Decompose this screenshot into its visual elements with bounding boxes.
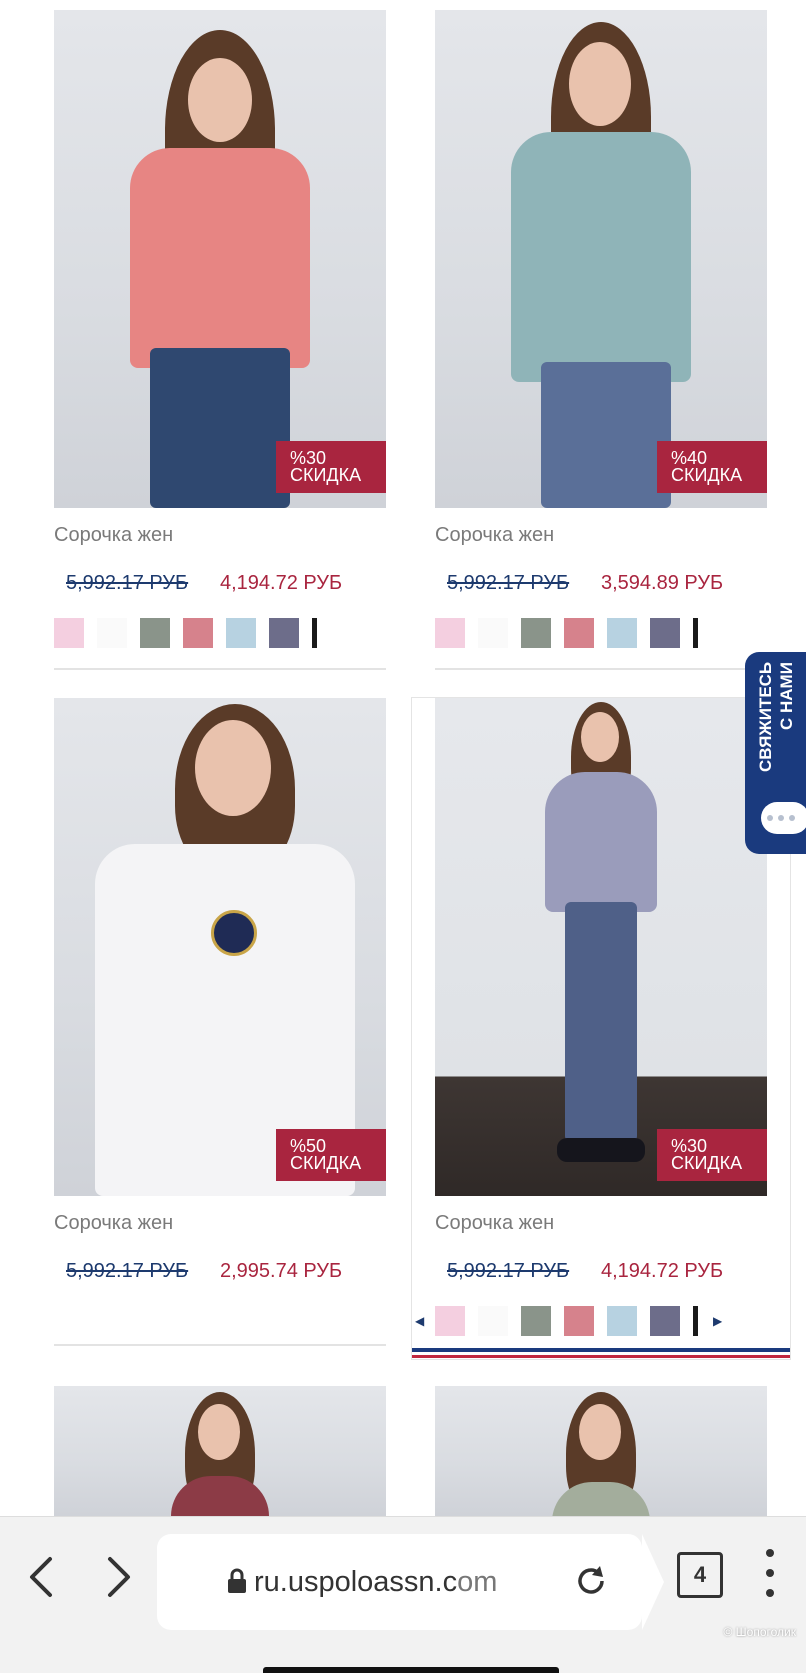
- model-figure: [85, 704, 355, 1196]
- sale-price: 4,194.72 РУБ: [601, 1260, 724, 1282]
- shirt: [130, 148, 310, 368]
- color-swatch-gray[interactable]: [521, 618, 551, 648]
- color-swatch-navy[interactable]: [650, 618, 680, 648]
- chat-bubble-icon: [761, 802, 806, 834]
- forward-button[interactable]: [96, 1555, 140, 1599]
- divider: [54, 668, 386, 670]
- product-title[interactable]: Сорочка жен: [54, 1212, 173, 1235]
- browser-toolbar: ru.uspoloassn.com 4 © Шопоголик: [0, 1516, 806, 1673]
- sale-price: 4,194.72 РУБ: [220, 572, 343, 594]
- shirt: [511, 132, 691, 382]
- color-swatch-red[interactable]: [564, 1306, 594, 1336]
- color-swatch-gray[interactable]: [140, 618, 170, 648]
- color-swatch-lightblue[interactable]: [607, 1306, 637, 1336]
- old-price: 5,992.17 РУБ: [447, 572, 570, 594]
- chevron-right-icon: [108, 1557, 130, 1597]
- sale-price: 2,995.74 РУБ: [220, 1260, 343, 1282]
- discount-badge: %30 СКИДКА: [657, 1129, 767, 1181]
- color-swatches: [435, 618, 767, 648]
- model-figure: [165, 1392, 275, 1516]
- product-image[interactable]: %30 СКИДКА: [54, 10, 386, 508]
- color-swatches: ◀ ▶: [415, 1306, 767, 1336]
- sneakers: [557, 1138, 645, 1162]
- chevron-left-icon: [30, 1557, 52, 1597]
- trousers: [565, 902, 637, 1142]
- old-price: 5,992.17 РУБ: [447, 1260, 570, 1282]
- product-image[interactable]: [54, 1386, 386, 1516]
- color-swatch-navy[interactable]: [650, 1306, 680, 1336]
- product-card[interactable]: [435, 1386, 767, 1516]
- old-price: 5,992.17 РУБ: [66, 572, 189, 594]
- model-figure: [110, 30, 330, 508]
- color-swatch-red[interactable]: [183, 618, 213, 648]
- discount-badge: %30 СКИДКА: [276, 441, 386, 493]
- model-figure: [546, 1392, 656, 1516]
- product-title[interactable]: Сорочка жен: [435, 1212, 554, 1235]
- product-card[interactable]: [54, 1386, 386, 1516]
- color-swatch-black[interactable]: [693, 618, 698, 648]
- sale-price: 3,594.89 РУБ: [601, 572, 724, 594]
- product-card[interactable]: %30 СКИДКА Сорочка жен 5,992.17 РУБ 4,19…: [54, 10, 386, 670]
- color-swatch-lightblue[interactable]: [607, 618, 637, 648]
- shirt: [545, 772, 657, 912]
- color-swatch-pink[interactable]: [54, 618, 84, 648]
- brand-stripe-red: [412, 1355, 790, 1358]
- watermark: © Шопоголик: [723, 1625, 797, 1639]
- color-swatch-white[interactable]: [478, 1306, 508, 1336]
- product-image[interactable]: %40 СКИДКА: [435, 10, 767, 508]
- product-image[interactable]: %50 СКИДКА: [54, 698, 386, 1196]
- swatch-next-arrow-icon[interactable]: ▶: [713, 1314, 722, 1328]
- product-title[interactable]: Сорочка жен: [435, 524, 554, 547]
- crest-emblem: [211, 910, 257, 956]
- color-swatch-white[interactable]: [97, 618, 127, 648]
- brand-stripe-navy: [412, 1348, 790, 1352]
- color-swatch-black[interactable]: [693, 1306, 698, 1336]
- home-indicator: [263, 1667, 559, 1673]
- model-figure: [481, 22, 721, 508]
- discount-badge: %40 СКИДКА: [657, 441, 767, 493]
- lock-icon: [228, 1568, 246, 1593]
- discount-badge: %50 СКИДКА: [276, 1129, 386, 1181]
- color-swatches: [54, 618, 386, 648]
- jeans: [150, 348, 290, 508]
- color-swatch-white[interactable]: [478, 618, 508, 648]
- divider: [54, 1344, 386, 1346]
- color-swatch-pink[interactable]: [435, 1306, 465, 1336]
- contact-us-label: СВЯЖИТЕСЬ С НАМИ: [756, 662, 796, 773]
- reload-icon[interactable]: [574, 1564, 608, 1598]
- color-swatch-red[interactable]: [564, 618, 594, 648]
- product-image[interactable]: %30 СКИДКА: [435, 698, 767, 1196]
- product-card[interactable]: %30 СКИДКА Сорочка жен 5,992.17 РУБ 4,19…: [412, 698, 790, 1358]
- product-card[interactable]: %50 СКИДКА Сорочка жен 5,992.17 РУБ 2,99…: [54, 698, 386, 1358]
- divider: [435, 668, 767, 670]
- color-swatch-navy[interactable]: [269, 618, 299, 648]
- url-text: ru.uspoloassn.com: [254, 1566, 498, 1598]
- contact-us-tab[interactable]: СВЯЖИТЕСЬ С НАМИ: [745, 652, 806, 854]
- more-menu-icon[interactable]: [766, 1549, 774, 1599]
- trousers: [541, 362, 671, 508]
- color-swatch-gray[interactable]: [521, 1306, 551, 1336]
- swatch-prev-arrow-icon[interactable]: ◀: [415, 1314, 424, 1328]
- color-swatch-black[interactable]: [312, 618, 317, 648]
- color-swatch-lightblue[interactable]: [226, 618, 256, 648]
- product-card[interactable]: %40 СКИДКА Сорочка жен 5,992.17 РУБ 3,59…: [435, 10, 767, 670]
- address-bar[interactable]: ru.uspoloassn.com: [157, 1534, 664, 1630]
- model-figure: [531, 702, 671, 1172]
- product-image[interactable]: [435, 1386, 767, 1516]
- shirt: [552, 1482, 650, 1516]
- back-button[interactable]: [20, 1555, 64, 1599]
- old-price: 5,992.17 РУБ: [66, 1260, 189, 1282]
- color-swatch-pink[interactable]: [435, 618, 465, 648]
- product-title[interactable]: Сорочка жен: [54, 524, 173, 547]
- tab-count-button[interactable]: 4: [677, 1552, 723, 1598]
